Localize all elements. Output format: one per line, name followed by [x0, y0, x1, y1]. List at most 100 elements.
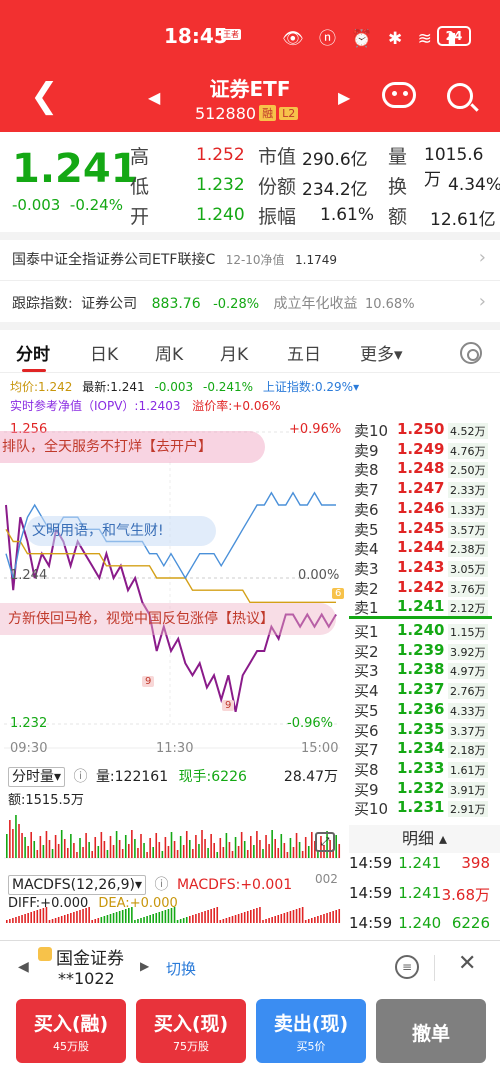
macd-axis-value: 002: [315, 872, 338, 886]
macd-bar: [73, 912, 75, 923]
volume-bar: [307, 846, 310, 858]
tab-daily[interactable]: 日K: [90, 340, 118, 365]
macd-bar: [240, 913, 243, 923]
broker-next-icon[interactable]: ▶: [140, 959, 149, 973]
axis-top-pct: +0.96%: [289, 422, 342, 437]
bid-row[interactable]: 买1 1.240 1.15万: [349, 621, 500, 643]
level-price: 1.236: [397, 699, 445, 718]
ask-row[interactable]: 卖7 1.247 2.33万: [349, 479, 500, 501]
volume-bar: [338, 844, 341, 858]
mcap-label: 市值: [258, 146, 297, 168]
broker-prev-icon[interactable]: ◀: [18, 959, 29, 975]
cancel-order-label: 撤单: [411, 1023, 450, 1045]
vol-label: 量: [388, 146, 408, 168]
trade-detail-toggle[interactable]: 明细 ▴: [349, 825, 500, 853]
volume-indicator-select[interactable]: 分时量▾: [8, 767, 66, 787]
switch-broker-button[interactable]: 切换: [166, 958, 196, 979]
bid-row[interactable]: 买10 1.231 2.91万: [349, 798, 500, 820]
bid-row[interactable]: 买6 1.235 3.37万: [349, 720, 500, 742]
tracking-index-row[interactable]: 跟踪指数: 证券公司 883.76 -0.28% 成立年化收益 10.68%: [12, 293, 492, 313]
battery-icon: 24: [437, 26, 471, 46]
ad-banner-civil[interactable]: 文明用语，和气生财!: [26, 516, 216, 546]
volume-bar: [143, 843, 145, 858]
event-marker[interactable]: 9: [222, 700, 235, 711]
ask-row[interactable]: 卖8 1.248 2.50万: [349, 459, 500, 481]
volume-bar: [274, 839, 276, 858]
fund-name: 国泰中证全指证券公司ETF联接C: [12, 252, 216, 268]
buy-margin-button[interactable]: 买入(融) 45万股: [16, 999, 126, 1063]
intraday-summary: 均价:1.242 最新:1.241 -0.003 -0.241% 上证指数:0.…: [10, 378, 359, 395]
macd-bar: [292, 910, 295, 923]
macd-bar: [250, 910, 252, 923]
volume-bar: [100, 832, 103, 858]
close-icon[interactable]: ✕: [458, 951, 476, 976]
bid-row[interactable]: 买2 1.239 3.92万: [349, 641, 500, 663]
settings-icon[interactable]: [460, 342, 482, 364]
help-icon[interactable]: ⓘ: [155, 877, 169, 893]
ask-row[interactable]: 卖5 1.245 3.57万: [349, 519, 500, 541]
tab-intraday[interactable]: 分时: [16, 340, 50, 365]
menu-icon[interactable]: ≡: [395, 955, 419, 979]
event-marker[interactable]: 9: [142, 676, 155, 687]
bid-row[interactable]: 买7 1.234 2.18万: [349, 739, 500, 761]
level-price: 1.240: [397, 621, 445, 639]
tab-more[interactable]: 更多▾: [360, 340, 403, 365]
ask-row[interactable]: 卖9 1.249 4.76万: [349, 440, 500, 462]
help-icon[interactable]: ⓘ: [73, 769, 87, 785]
bid-row[interactable]: 买9 1.232 3.91万: [349, 779, 500, 801]
intraday-chart[interactable]: [0, 418, 346, 938]
ad-banner-news[interactable]: 方新侠回马枪，视觉中国反包涨停【热议】: [0, 603, 336, 635]
divider: [434, 955, 435, 981]
sell-cash-button[interactable]: 卖出(现) 买5价: [256, 999, 366, 1063]
change-percent: -0.24%: [69, 196, 123, 214]
ask-row[interactable]: 卖2 1.242 3.76万: [349, 578, 500, 600]
divider: [0, 280, 500, 281]
volume-bar: [67, 848, 69, 858]
search-icon[interactable]: [447, 83, 473, 109]
robot-assistant-icon[interactable]: [382, 82, 416, 108]
tab-monthly[interactable]: 月K: [220, 340, 248, 365]
volume-bar: [15, 815, 17, 858]
expand-icon[interactable]: ⤢: [315, 832, 335, 852]
chevron-right-icon[interactable]: ›: [479, 247, 486, 268]
ad-banner-account[interactable]: 排队，全天服务不打烊【去开户】: [0, 431, 265, 463]
macd-bar: [143, 917, 145, 923]
next-stock-button[interactable]: ▶: [338, 88, 350, 107]
level-label: 买1: [354, 623, 379, 641]
macd-bar: [149, 915, 151, 923]
ask-row[interactable]: 卖4 1.244 2.38万: [349, 538, 500, 560]
event-marker[interactable]: 6: [332, 588, 345, 599]
linked-fund-row[interactable]: 国泰中证全指证券公司ETF联接C 12-10净值 1.1749: [12, 249, 337, 269]
volume-bar: [283, 843, 286, 858]
macd-bar: [182, 918, 185, 923]
macd-indicator-select[interactable]: MACDFS(12,26,9)▾: [8, 875, 147, 895]
prev-stock-button[interactable]: ◀: [148, 88, 160, 107]
ask-row[interactable]: 卖10 1.250 4.52万: [349, 420, 500, 442]
buy-cash-button[interactable]: 买入(现) 75万股: [136, 999, 246, 1063]
bid-row[interactable]: 买4 1.237 2.76万: [349, 680, 500, 702]
tab-weekly[interactable]: 周K: [155, 340, 183, 365]
low-value: 1.232: [196, 175, 245, 195]
macd-bar: [137, 919, 139, 923]
macd-bar: [30, 912, 32, 923]
ask-row[interactable]: 卖6 1.246 1.33万: [349, 499, 500, 521]
tick-price: 1.241: [398, 854, 442, 872]
volume-bar: [30, 832, 32, 858]
macd-bar: [6, 920, 8, 923]
cancel-order-button[interactable]: 撤单: [376, 999, 486, 1063]
ask-row[interactable]: 卖3 1.243 3.05万: [349, 558, 500, 580]
tab-five-day[interactable]: 五日: [287, 340, 321, 365]
macd-bar: [320, 915, 322, 923]
level-label: 卖10: [354, 422, 389, 440]
chevron-right-icon[interactable]: ›: [479, 291, 486, 312]
level-volume: 2.33万: [448, 482, 488, 499]
volume-bar: [271, 830, 273, 858]
volume-bar: [39, 836, 42, 858]
tick-volume: 398: [461, 854, 490, 872]
yield-value: 10.68%: [364, 297, 415, 312]
sh-index-toggle[interactable]: 上证指数:0.29%▾: [263, 380, 359, 394]
bid-row[interactable]: 买5 1.236 4.33万: [349, 700, 500, 722]
bid-row[interactable]: 买8 1.233 1.61万: [349, 759, 500, 781]
bid-row[interactable]: 买3 1.238 4.97万: [349, 660, 500, 682]
macd-bar: [179, 919, 182, 923]
